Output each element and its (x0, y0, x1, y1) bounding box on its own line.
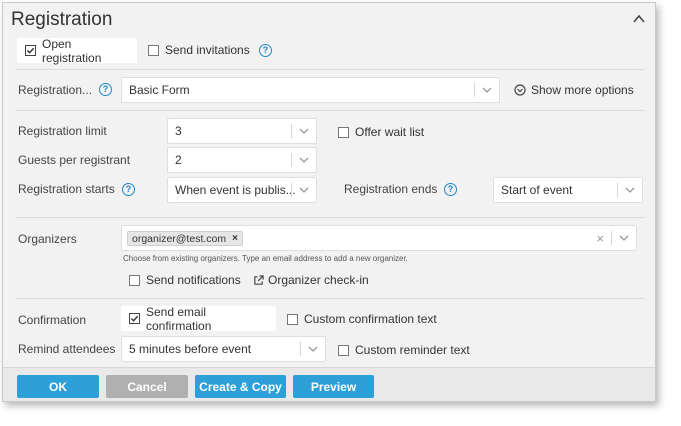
send-email-confirmation-checkbox[interactable]: Send email confirmation (121, 304, 276, 333)
registration-ends-select[interactable]: Start of event (493, 177, 643, 203)
chevron-down-icon (299, 128, 309, 134)
open-registration-checkbox[interactable]: Open registration (17, 36, 137, 65)
dialog-title: Registration (11, 9, 113, 30)
send-notifications-checkbox[interactable]: Send notifications (129, 273, 241, 287)
registration-limit-value: 3 (175, 124, 182, 138)
create-copy-button[interactable]: Create & Copy (195, 375, 286, 398)
organizers-hint: Choose from existing organizers. Type an… (123, 254, 408, 263)
organizers-label: Organizers (18, 232, 77, 246)
send-notifications-label: Send notifications (146, 273, 241, 287)
registration-form-select[interactable]: Basic Form (121, 77, 500, 103)
checkbox-empty-icon (338, 344, 349, 356)
remind-attendees-label: Remind attendees (18, 342, 116, 356)
registration-dialog: Registration Open registration Send invi… (2, 2, 656, 402)
registration-limit-select[interactable]: 3 (167, 118, 317, 144)
send-email-confirmation-label: Send email confirmation (146, 304, 212, 333)
chevron-down-icon (299, 157, 309, 163)
remove-chip-icon[interactable]: × (232, 233, 238, 244)
organizer-check-in-link[interactable]: Organizer check-in (253, 273, 369, 287)
chevron-down-icon (619, 235, 629, 241)
custom-reminder-text-checkbox[interactable]: Custom reminder text (338, 343, 470, 357)
offer-wait-list-label: Offer wait list (355, 125, 425, 139)
chevron-down-icon (482, 87, 492, 93)
show-more-options-link[interactable]: Show more options (514, 83, 634, 97)
divider (15, 69, 645, 70)
custom-confirmation-text-checkbox[interactable]: Custom confirmation text (287, 312, 437, 326)
open-registration-label: Open registration (42, 36, 102, 65)
registration-limit-label: Registration limit (18, 124, 107, 138)
remind-attendees-select[interactable]: 5 minutes before event (121, 336, 326, 362)
registration-starts-label: Registration starts (18, 182, 115, 196)
registration-ends-label: Registration ends (344, 182, 438, 196)
send-invitations-checkbox[interactable]: Send invitations (148, 43, 250, 57)
registration-starts-select[interactable]: When event is publis... (167, 177, 317, 203)
chevron-up-icon[interactable] (631, 11, 647, 27)
divider (15, 298, 645, 299)
help-icon[interactable]: ? (259, 44, 272, 57)
registration-starts-value: When event is publis... (175, 183, 296, 197)
ok-button[interactable]: OK (17, 375, 99, 398)
checkbox-empty-icon (148, 44, 159, 56)
help-icon[interactable]: ? (99, 83, 112, 96)
organizer-chip: organizer@test.com × (127, 231, 243, 246)
organizer-chip-label: organizer@test.com (132, 232, 227, 245)
divider (15, 110, 645, 111)
external-link-icon (254, 274, 264, 285)
checkbox-checked-icon (129, 313, 140, 324)
checkbox-checked-icon (25, 45, 36, 56)
confirmation-label: Confirmation (18, 313, 87, 327)
checkbox-empty-icon (338, 126, 349, 138)
registration-form-label: Registration... (18, 83, 93, 97)
clear-icon[interactable]: × (596, 231, 604, 246)
guests-per-registrant-label: Guests per registrant (18, 153, 131, 167)
dialog-footer: OK Cancel Create & Copy Preview (3, 367, 655, 401)
send-invitations-label: Send invitations (165, 43, 250, 57)
guests-per-registrant-select[interactable]: 2 (167, 147, 317, 173)
divider (15, 217, 645, 218)
custom-confirmation-text-label: Custom confirmation text (304, 312, 437, 326)
chevron-down-icon (308, 346, 318, 352)
chevron-down-icon (625, 187, 635, 193)
offer-wait-list-checkbox[interactable]: Offer wait list (338, 125, 424, 139)
help-icon[interactable]: ? (122, 183, 135, 196)
cancel-button[interactable]: Cancel (106, 375, 188, 398)
registration-form-value: Basic Form (129, 83, 190, 97)
checkbox-empty-icon (129, 274, 140, 286)
help-icon[interactable]: ? (444, 183, 457, 196)
chevron-down-icon (299, 187, 309, 193)
registration-ends-value: Start of event (501, 183, 573, 197)
preview-button[interactable]: Preview (293, 375, 374, 398)
organizer-check-in-label: Organizer check-in (268, 273, 369, 287)
chevron-circle-down-icon (514, 84, 526, 96)
show-more-options-label: Show more options (531, 83, 634, 97)
checkbox-empty-icon (287, 313, 298, 325)
custom-reminder-text-label: Custom reminder text (355, 343, 470, 357)
organizers-input[interactable]: organizer@test.com × × (121, 225, 637, 251)
remind-attendees-value: 5 minutes before event (129, 342, 252, 356)
guests-per-registrant-value: 2 (175, 153, 182, 167)
